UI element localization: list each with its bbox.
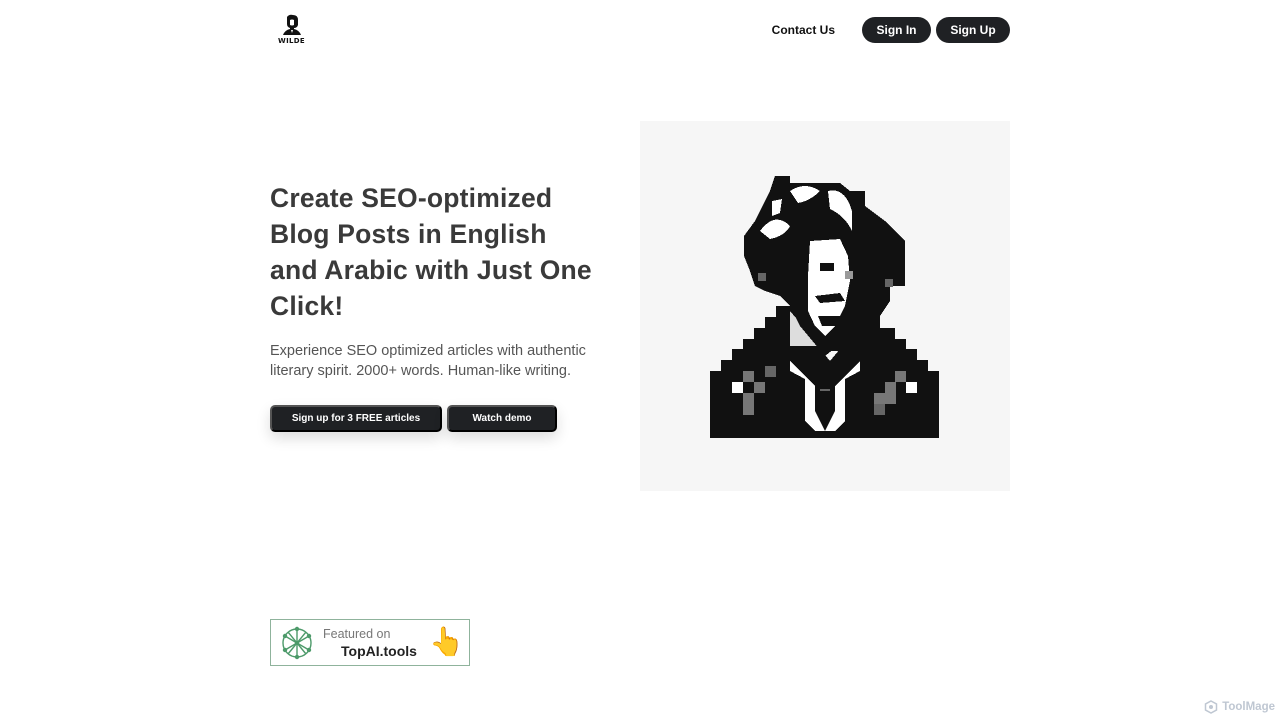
- featured-site-name: TopAI.tools: [341, 643, 417, 659]
- contact-us-link[interactable]: Contact Us: [772, 17, 835, 43]
- watch-demo-button[interactable]: Watch demo: [447, 405, 557, 432]
- sign-in-button[interactable]: Sign In: [862, 17, 931, 43]
- hero-title: Create SEO-optimized Blog Posts in Engli…: [270, 183, 592, 321]
- pointing-hand-icon: 👆: [429, 625, 464, 658]
- logo-text: WILDE: [278, 36, 305, 45]
- pixel-art-portrait: [710, 176, 939, 438]
- featured-badge[interactable]: Featured on TopAI.tools 👆: [270, 619, 470, 666]
- sign-up-button[interactable]: Sign Up: [936, 17, 1010, 43]
- landing-page: WILDE Contact Us Sign In Sign Up Create …: [0, 0, 1280, 720]
- site-logo[interactable]: WILDE: [270, 10, 313, 48]
- toolmage-icon: [1204, 700, 1218, 714]
- top-nav: Contact Us Sign In Sign Up: [772, 17, 1010, 43]
- watermark-text: ToolMage: [1222, 701, 1275, 713]
- free-articles-signup-button[interactable]: Sign up for 3 FREE articles: [270, 405, 442, 432]
- hero-subtitle: Experience SEO optimized articles with a…: [270, 343, 586, 379]
- cta-row: Sign up for 3 FREE articles Watch demo: [270, 405, 557, 432]
- hero-portrait: [640, 121, 1010, 491]
- topai-network-icon: [282, 626, 312, 660]
- toolmage-watermark: ToolMage: [1204, 700, 1275, 714]
- featured-label: Featured on: [323, 627, 391, 641]
- wilde-portrait-icon: [282, 14, 301, 35]
